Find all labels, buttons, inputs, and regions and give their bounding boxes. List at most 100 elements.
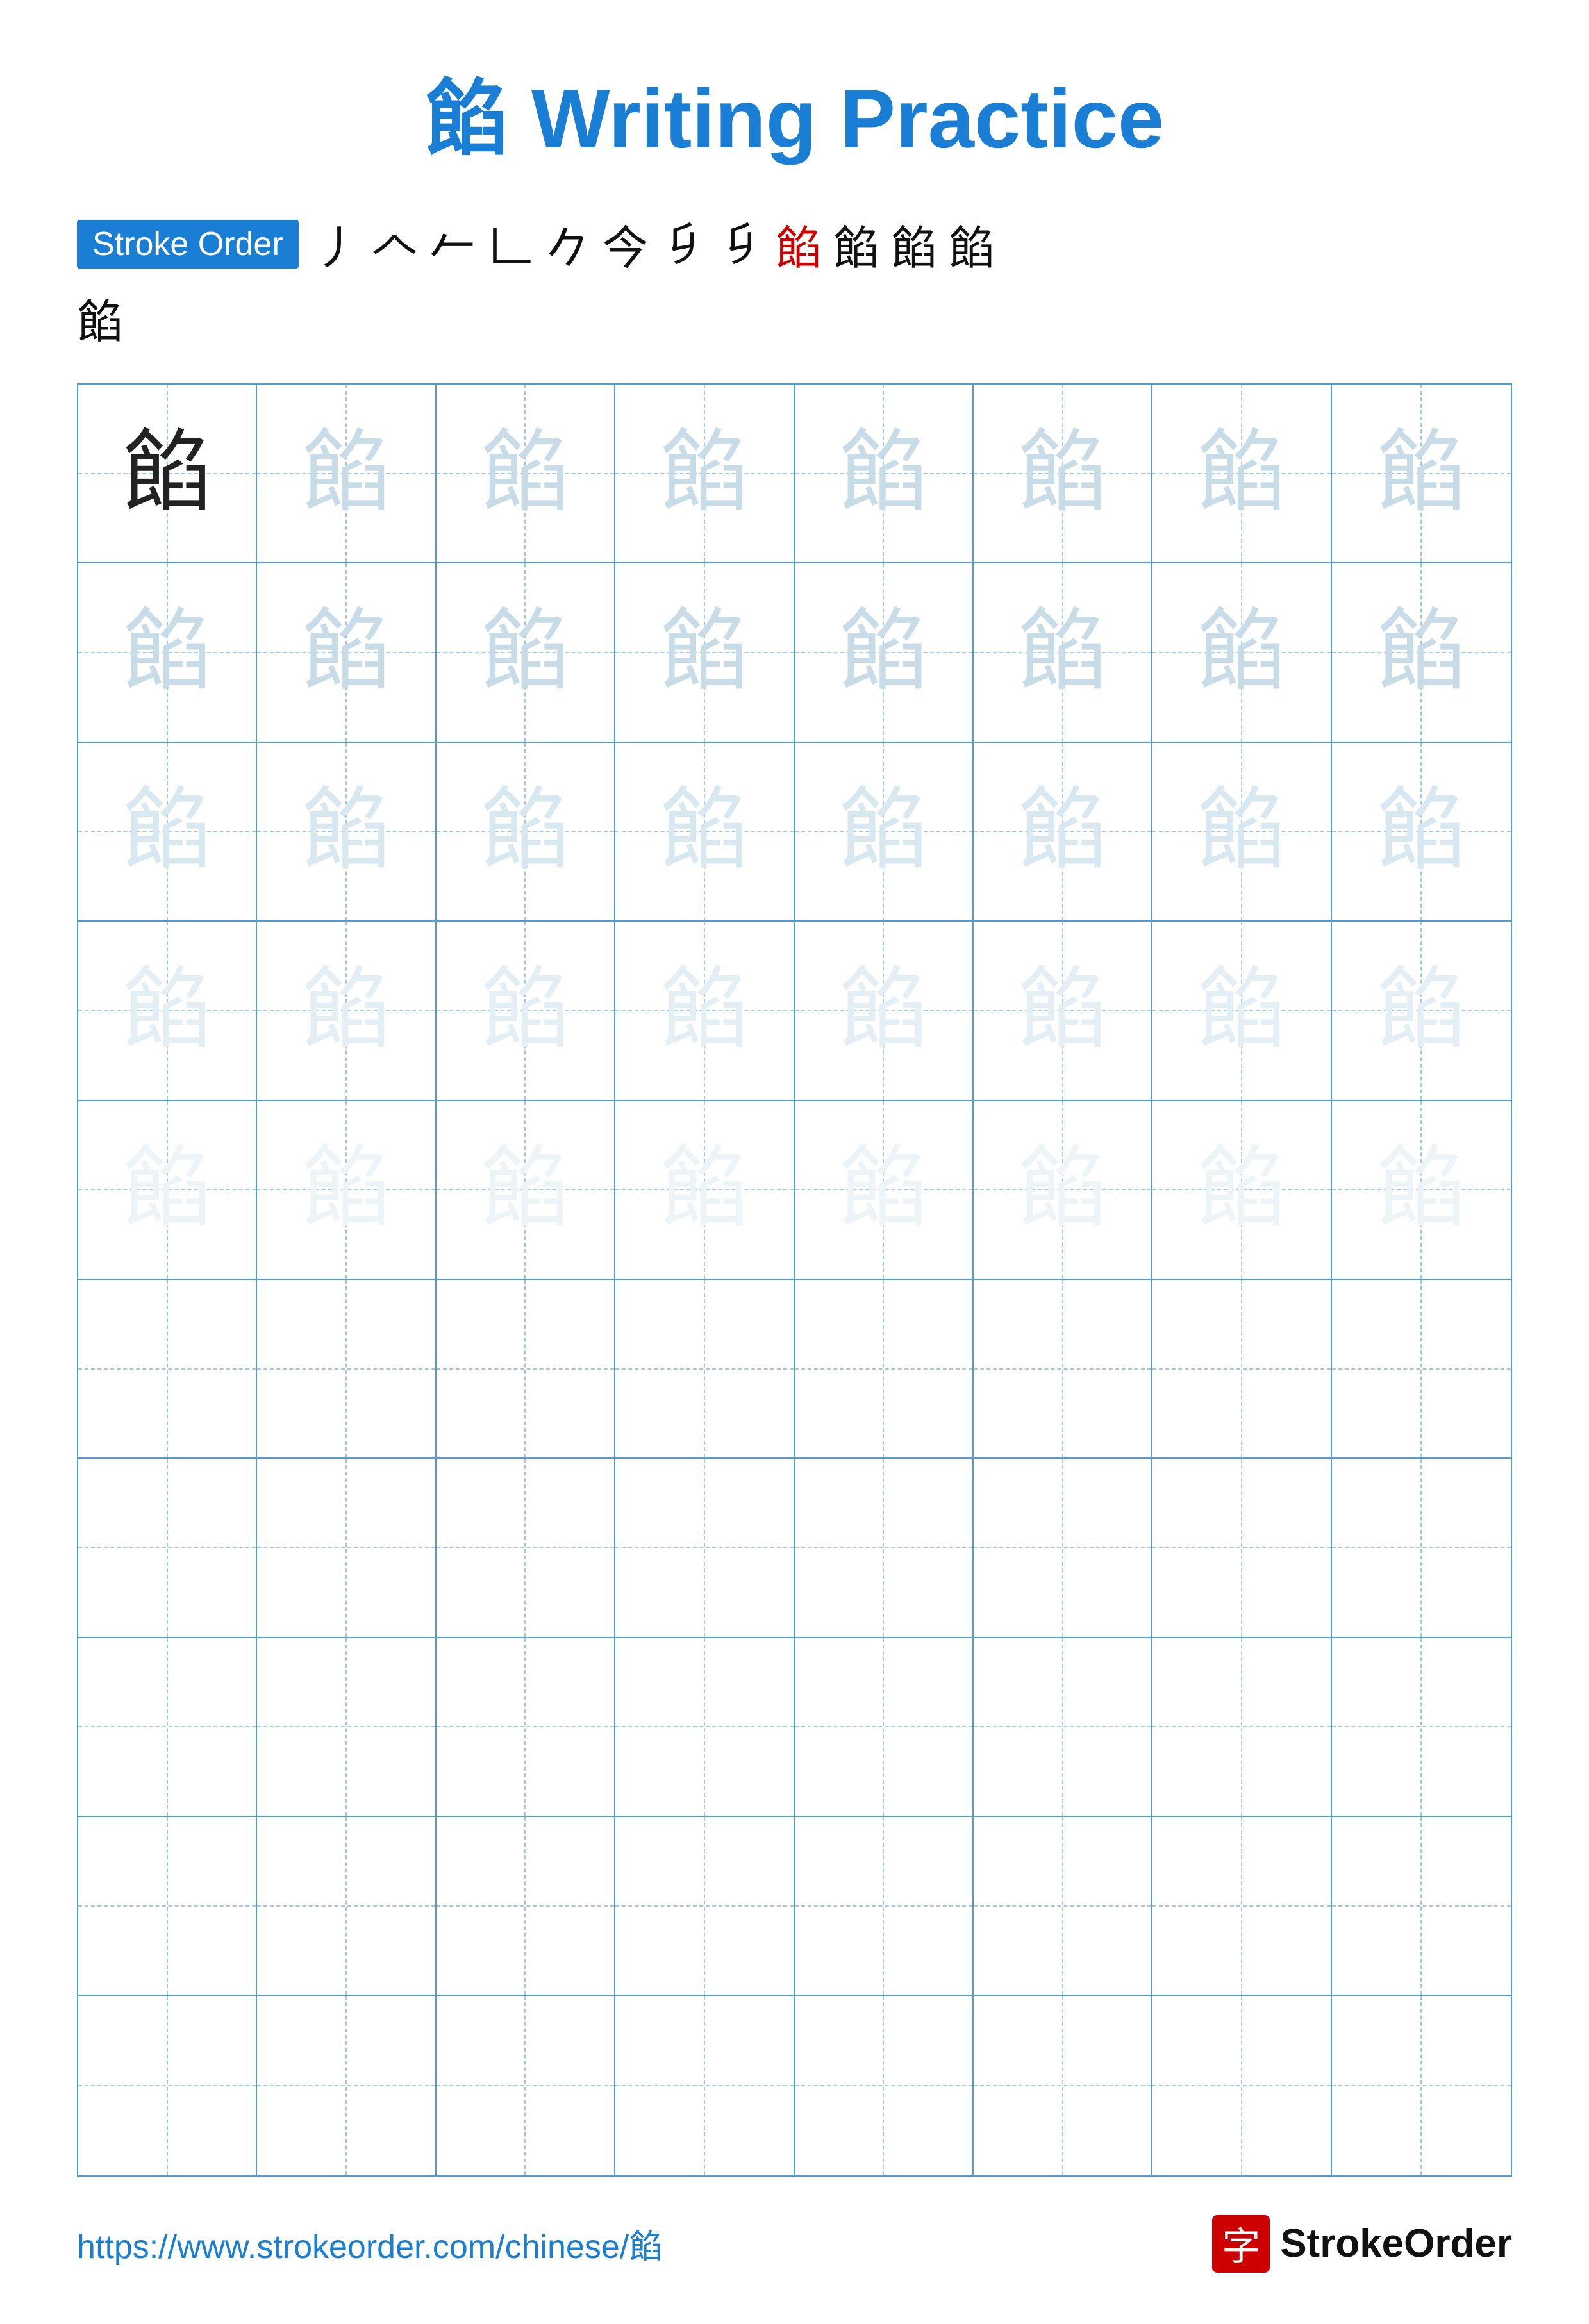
grid-cell: 餡	[615, 385, 794, 563]
grid-cell	[257, 1459, 436, 1638]
stroke-4: 𠃊	[487, 210, 533, 278]
stroke-11: 餡	[891, 210, 937, 278]
grid-cell: 餡	[1152, 385, 1331, 563]
grid-cell	[78, 1996, 257, 2175]
grid-row-3: 餡 餡 餡 餡 餡 餡 餡 餡	[78, 743, 1511, 922]
grid-row-8	[78, 1638, 1511, 1817]
grid-cell: 餡	[437, 385, 615, 563]
grid-cell	[615, 1817, 794, 1996]
grid-row-5: 餡 餡 餡 餡 餡 餡 餡 餡	[78, 1101, 1511, 1280]
grid-cell: 餡	[1332, 563, 1511, 742]
grid-cell	[1332, 1280, 1511, 1459]
footer: https://www.strokeorder.com/chinese/餡 字 …	[77, 2215, 1512, 2273]
writing-grid: 餡 餡 餡 餡 餡 餡 餡 餡 餡 餡 餡 餡 餡 餡 餡 餡 餡 餡 餡 餡 …	[77, 383, 1512, 2177]
grid-cell: 餡	[257, 1101, 436, 1280]
grid-cell	[974, 1638, 1152, 1817]
grid-cell	[615, 1638, 794, 1817]
grid-cell: 餡	[78, 563, 257, 742]
grid-cell: 餡	[974, 385, 1152, 563]
grid-cell: 餡	[257, 385, 436, 563]
grid-cell	[1332, 1638, 1511, 1817]
page-title: 餡 Writing Practice	[425, 51, 1164, 172]
stroke-10: 餡	[833, 210, 879, 278]
stroke-7: 𠂎	[660, 216, 706, 272]
grid-cell: 餡	[437, 563, 615, 742]
grid-cell	[615, 1459, 794, 1638]
stroke-order-row: Stroke Order 丿 𠆢 𠂉 𠃊 𠂊 今 𠂎 𠂎 餡 餡 餡 餡 餡	[77, 210, 1512, 351]
grid-cell	[257, 1638, 436, 1817]
grid-cell	[437, 1996, 615, 2175]
grid-cell: 餡	[974, 743, 1152, 922]
grid-cell: 餡	[974, 563, 1152, 742]
grid-cell: 餡	[1332, 922, 1511, 1100]
grid-row-10	[78, 1996, 1511, 2175]
grid-cell: 餡	[1332, 385, 1511, 563]
stroke-final-line: 餡	[77, 284, 1512, 351]
strokeorder-logo-icon: 字	[1212, 2215, 1270, 2273]
grid-cell	[795, 1459, 974, 1638]
stroke-6: 今	[603, 210, 649, 278]
grid-cell: 餡	[795, 922, 974, 1100]
stroke-chars: 丿 𠆢 𠂉 𠃊 𠂊 今 𠂎 𠂎 餡 餡 餡 餡	[314, 210, 995, 278]
stroke-order-badge: Stroke Order	[77, 220, 299, 269]
grid-cell: 餡	[78, 1101, 257, 1280]
grid-cell: 餡	[1152, 563, 1331, 742]
grid-cell: 餡	[795, 743, 974, 922]
grid-cell	[795, 1996, 974, 2175]
grid-cell	[795, 1280, 974, 1459]
grid-cell: 餡	[1152, 922, 1331, 1100]
grid-cell	[974, 1817, 1152, 1996]
grid-row-6	[78, 1280, 1511, 1459]
grid-cell: 餡	[795, 563, 974, 742]
grid-cell	[1152, 1459, 1331, 1638]
grid-row-4: 餡 餡 餡 餡 餡 餡 餡 餡	[78, 922, 1511, 1100]
grid-cell: 餡	[78, 743, 257, 922]
footer-logo: 字 StrokeOrder	[1212, 2215, 1512, 2273]
grid-cell: 餡	[437, 743, 615, 922]
page: 餡 Writing Practice Stroke Order 丿 𠆢 𠂉 𠃊 …	[0, 0, 1589, 2324]
stroke-9: 餡	[776, 210, 822, 278]
footer-logo-text: StrokeOrder	[1280, 2221, 1512, 2266]
stroke-1: 丿	[314, 210, 360, 278]
stroke-2: 𠆢	[372, 210, 418, 278]
grid-cell: 餡	[257, 922, 436, 1100]
grid-cell: 餡	[615, 1101, 794, 1280]
logo-char: 字	[1222, 2216, 1260, 2271]
grid-cell	[257, 1817, 436, 1996]
grid-cell	[78, 1459, 257, 1638]
grid-cell: 餡	[795, 385, 974, 563]
grid-cell	[437, 1280, 615, 1459]
grid-cell: 餡	[437, 922, 615, 1100]
grid-cell	[974, 1996, 1152, 2175]
grid-cell: 餡	[1332, 1101, 1511, 1280]
stroke-final-char: 餡	[77, 297, 123, 348]
footer-url[interactable]: https://www.strokeorder.com/chinese/餡	[77, 2220, 662, 2268]
grid-cell: 餡	[615, 743, 794, 922]
grid-cell	[78, 1817, 257, 1996]
grid-cell	[78, 1638, 257, 1817]
grid-cell: 餡	[974, 922, 1152, 1100]
stroke-8: 𠂎	[718, 216, 764, 272]
grid-cell	[974, 1280, 1152, 1459]
grid-cell	[78, 1280, 257, 1459]
grid-cell: 餡	[257, 563, 436, 742]
grid-cell	[437, 1459, 615, 1638]
grid-cell	[257, 1280, 436, 1459]
grid-cell	[1152, 1817, 1331, 1996]
grid-row-9	[78, 1817, 1511, 1996]
stroke-3: 𠂉	[429, 210, 476, 278]
grid-row-2: 餡 餡 餡 餡 餡 餡 餡 餡	[78, 563, 1511, 742]
grid-cell	[974, 1459, 1152, 1638]
grid-cell	[795, 1817, 974, 1996]
grid-cell	[615, 1996, 794, 2175]
grid-cell: 餡	[257, 743, 436, 922]
grid-cell: 餡	[974, 1101, 1152, 1280]
grid-cell	[1152, 1996, 1331, 2175]
grid-cell: 餡	[78, 922, 257, 1100]
grid-cell	[437, 1817, 615, 1996]
grid-cell: 餡	[615, 922, 794, 1100]
grid-cell	[1332, 1996, 1511, 2175]
grid-cell	[795, 1638, 974, 1817]
grid-cell	[1152, 1280, 1331, 1459]
grid-cell: 餡	[615, 563, 794, 742]
